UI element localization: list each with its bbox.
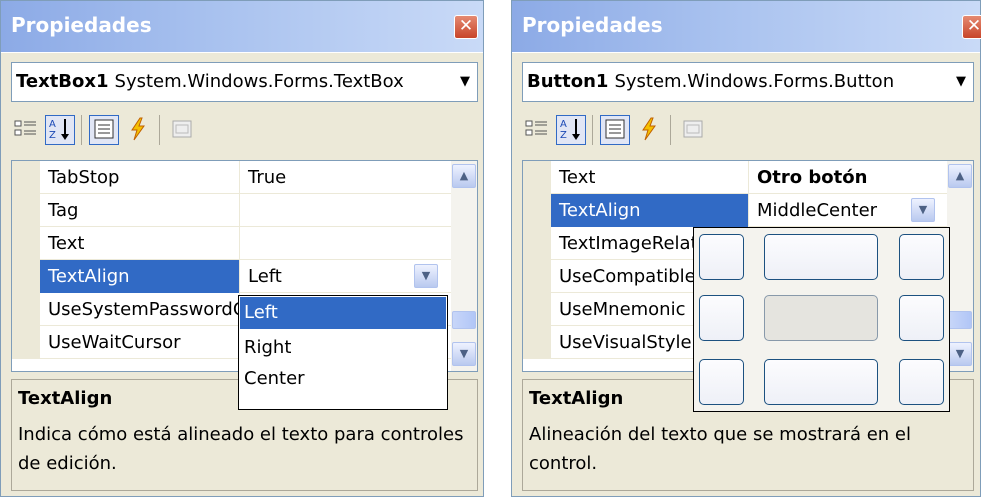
property-row[interactable]: TabStop True — [12, 161, 452, 194]
property-row[interactable]: Text Otro botón — [523, 161, 948, 194]
scroll-up-icon[interactable]: ▲ — [948, 164, 972, 188]
property-name: TextAlign — [40, 260, 240, 293]
vertical-scrollbar[interactable]: ▲ ▼ — [451, 161, 477, 371]
alphabetical-icon[interactable]: AZ — [556, 115, 586, 145]
chevron-down-icon[interactable]: ▼ — [453, 63, 477, 101]
properties-icon[interactable] — [89, 115, 119, 145]
row-gutter — [12, 194, 40, 227]
property-name: TabStop — [40, 161, 240, 194]
svg-text:A: A — [560, 119, 567, 130]
object-selector[interactable]: Button1 System.Windows.Forms.Button ▼ — [522, 62, 974, 102]
row-gutter — [523, 227, 551, 260]
categorized-icon[interactable] — [522, 115, 552, 145]
property-value[interactable] — [240, 227, 452, 260]
property-name: Text — [40, 227, 240, 260]
panel-title: Propiedades — [522, 13, 663, 37]
dropdown-option[interactable]: Left — [240, 297, 446, 329]
svg-text:Z: Z — [560, 130, 567, 141]
property-value[interactable] — [240, 194, 452, 227]
svg-text:Z: Z — [49, 130, 56, 141]
property-name: Text — [551, 161, 749, 194]
dropdown-option[interactable]: Right — [240, 332, 446, 364]
panel-title: Propiedades — [11, 13, 152, 37]
svg-text:A: A — [49, 119, 56, 130]
property-row-selected[interactable]: TextAlign MiddleCenter ▼ — [523, 194, 948, 227]
close-icon[interactable]: ✕ — [454, 15, 478, 39]
object-selector[interactable]: TextBox1 System.Windows.Forms.TextBox ▼ — [11, 62, 478, 102]
align-top-center[interactable] — [764, 234, 878, 280]
property-name: UseSystemPasswordChar — [40, 293, 240, 326]
title-bar[interactable]: Propiedades ✕ — [1, 1, 483, 53]
events-icon[interactable] — [123, 115, 153, 145]
row-gutter — [523, 260, 551, 293]
textalign-dropdown-list[interactable]: Left Right Center — [238, 295, 448, 410]
toolbar-separator — [159, 115, 160, 145]
property-pages-icon — [678, 115, 708, 145]
description-title: TextAlign — [18, 388, 113, 409]
align-middle-left[interactable] — [699, 295, 744, 341]
row-gutter — [12, 293, 40, 326]
property-name: TextAlign — [551, 194, 749, 227]
title-bar[interactable]: Propiedades ✕ — [512, 1, 981, 53]
vertical-scrollbar[interactable]: ▲ ▼ — [947, 161, 973, 371]
events-icon[interactable] — [634, 115, 664, 145]
row-gutter — [523, 194, 551, 227]
row-gutter — [12, 227, 40, 260]
property-name: UseWaitCursor — [40, 326, 240, 359]
close-icon[interactable]: ✕ — [962, 15, 981, 39]
scroll-thumb[interactable] — [452, 311, 476, 329]
align-middle-center[interactable] — [764, 295, 878, 341]
scroll-thumb[interactable] — [948, 311, 972, 329]
toolbar-separator — [81, 115, 82, 145]
align-bottom-right[interactable] — [899, 359, 944, 405]
categorized-icon[interactable] — [11, 115, 41, 145]
properties-icon[interactable] — [600, 115, 630, 145]
scroll-up-icon[interactable]: ▲ — [452, 164, 476, 188]
row-gutter — [523, 293, 551, 326]
align-middle-right[interactable] — [899, 295, 944, 341]
property-name: Tag — [40, 194, 240, 227]
description-text: Alineación del texto que se mostrará en … — [529, 424, 911, 474]
alphabetical-icon[interactable]: AZ — [45, 115, 75, 145]
property-row[interactable]: Text — [12, 227, 452, 260]
align-top-left[interactable] — [699, 234, 744, 280]
chevron-down-icon[interactable]: ▼ — [949, 63, 973, 101]
property-value[interactable]: Otro botón — [749, 161, 948, 194]
row-gutter — [523, 326, 551, 359]
dropdown-arrow-icon[interactable]: ▼ — [911, 198, 935, 222]
property-row-selected[interactable]: TextAlign Left ▼ — [12, 260, 452, 293]
property-value[interactable]: True — [240, 161, 452, 194]
toolbar-separator — [670, 115, 671, 145]
property-pages-icon — [167, 115, 197, 145]
row-gutter — [12, 161, 40, 194]
dropdown-option[interactable]: Center — [240, 363, 446, 395]
dropdown-arrow-icon[interactable]: ▼ — [414, 264, 438, 288]
properties-panel-left: Propiedades ✕ TextBox1 System.Windows.For… — [0, 0, 484, 497]
object-type: System.Windows.Forms.Button — [614, 71, 895, 92]
scroll-down-icon[interactable]: ▼ — [948, 342, 972, 366]
property-row[interactable]: Tag — [12, 194, 452, 227]
scroll-down-icon[interactable]: ▼ — [452, 342, 476, 366]
row-gutter — [523, 161, 551, 194]
align-top-right[interactable] — [899, 234, 944, 280]
toolbar: AZ — [11, 109, 473, 153]
object-type: System.Windows.Forms.TextBox — [114, 71, 404, 92]
toolbar-separator — [592, 115, 593, 145]
description-text: Indica cómo está alineado el texto para … — [18, 424, 464, 474]
row-gutter — [12, 326, 40, 359]
description-title: TextAlign — [529, 388, 624, 409]
align-bottom-left[interactable] — [699, 359, 744, 405]
row-gutter — [12, 260, 40, 293]
object-name: Button1 — [527, 71, 609, 92]
textalign-picker[interactable] — [693, 227, 950, 412]
toolbar: AZ — [522, 109, 970, 153]
object-name: TextBox1 — [16, 71, 109, 92]
align-bottom-center[interactable] — [764, 359, 878, 405]
